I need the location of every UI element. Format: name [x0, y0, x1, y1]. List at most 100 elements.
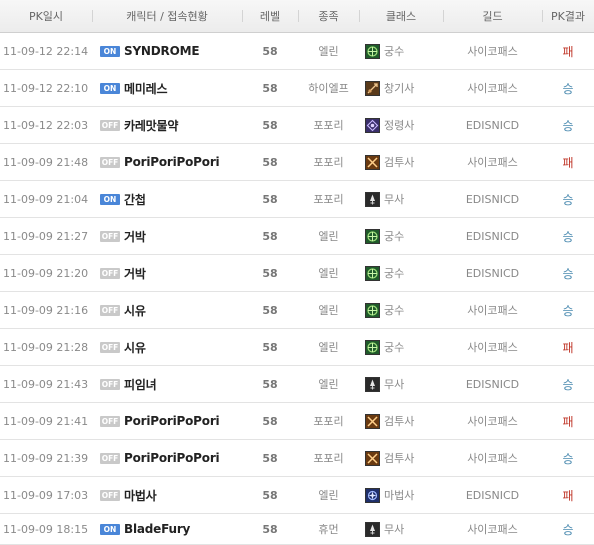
guild-name: EDISNICD — [443, 180, 542, 218]
header-result[interactable]: PK결과 — [542, 0, 594, 33]
character-name-link[interactable]: 메미레스 — [124, 82, 168, 96]
class-name: 궁수 — [384, 341, 405, 354]
pk-history-table: PK일시 캐릭터 / 접속현황 레벨 종족 클래스 길드 PK결과 11-09-… — [0, 0, 594, 545]
character-name-link[interactable]: 간첩 — [124, 193, 146, 207]
class-name: 검투사 — [384, 156, 415, 169]
character-cell: OFF 카레맛물약 — [92, 106, 242, 144]
pk-date: 11-09-12 22:03 — [0, 106, 92, 144]
character-name-link[interactable]: PoriPoriPoPori — [124, 155, 220, 169]
connection-status-badge: ON — [100, 523, 120, 535]
character-name-link[interactable]: PoriPoriPoPori — [124, 451, 220, 465]
pk-result: 승 — [542, 513, 594, 545]
connection-status-badge: OFF — [100, 304, 120, 316]
race-value: 포포리 — [298, 180, 359, 218]
table-row: 11-09-12 22:03 OFF 카레맛물약 58 포포리 정령사 EDISNICD 승 — [0, 106, 594, 144]
race-value: 포포리 — [298, 402, 359, 440]
connection-status-badge: OFF — [100, 452, 120, 464]
level-value: 58 — [242, 513, 298, 545]
pk-result: 패 — [542, 476, 594, 514]
class-cell: 검투사 — [359, 402, 443, 440]
guild-name: EDISNICD — [443, 106, 542, 144]
level-value: 58 — [242, 32, 298, 70]
character-name-link[interactable]: 마법사 — [124, 489, 157, 503]
table-row: 11-09-09 21:28 OFF 시유 58 엘린 궁수 사이코패스 패 — [0, 328, 594, 366]
class-name: 검투사 — [384, 452, 415, 465]
character-name-link[interactable]: 피임녀 — [124, 378, 157, 392]
pk-result: 승 — [542, 180, 594, 218]
character-cell: ON 간첩 — [92, 180, 242, 218]
pk-date: 11-09-09 21:04 — [0, 180, 92, 218]
character-cell: OFF 시유 — [92, 328, 242, 366]
character-cell: OFF 피임녀 — [92, 365, 242, 403]
level-value: 58 — [242, 217, 298, 255]
class-name: 궁수 — [384, 267, 405, 280]
level-value: 58 — [242, 69, 298, 107]
sorcerer-icon — [365, 487, 380, 503]
race-value: 엘린 — [298, 32, 359, 70]
table-row: 11-09-09 21:16 OFF 시유 58 엘린 궁수 사이코패스 승 — [0, 291, 594, 329]
level-value: 58 — [242, 476, 298, 514]
race-value: 엘린 — [298, 291, 359, 329]
table-row: 11-09-09 21:20 OFF 거박 58 엘린 궁수 EDISNICD 승 — [0, 254, 594, 292]
race-value: 엘린 — [298, 328, 359, 366]
level-value: 58 — [242, 180, 298, 218]
class-cell: 검투사 — [359, 439, 443, 477]
pk-date: 11-09-09 21:20 — [0, 254, 92, 292]
table-row: 11-09-09 21:41 OFF PoriPoriPoPori 58 포포리 검투사 사… — [0, 402, 594, 440]
character-name-link[interactable]: 거박 — [124, 267, 146, 281]
guild-name: 사이코패스 — [443, 291, 542, 329]
character-name-link[interactable]: 거박 — [124, 230, 146, 244]
character-cell: ON SYNDROME — [92, 32, 242, 70]
connection-status-badge: ON — [100, 82, 120, 94]
header-date[interactable]: PK일시 — [0, 0, 92, 33]
character-name-link[interactable]: SYNDROME — [124, 44, 200, 58]
pk-date: 11-09-09 18:15 — [0, 513, 92, 545]
table-body: 11-09-12 22:14 ON SYNDROME 58 엘린 궁수 사이코패스 패 11-0… — [0, 32, 594, 545]
archer-icon — [365, 265, 380, 281]
guild-name: EDISNICD — [443, 254, 542, 292]
class-cell: 궁수 — [359, 291, 443, 329]
level-value: 58 — [242, 365, 298, 403]
header-level[interactable]: 레벨 — [242, 0, 298, 33]
character-name-link[interactable]: 카레맛물약 — [124, 119, 178, 133]
class-name: 궁수 — [384, 304, 405, 317]
warrior-icon — [365, 191, 380, 207]
table-row: 11-09-09 21:43 OFF 피임녀 58 엘린 무사 EDISNICD 승 — [0, 365, 594, 403]
archer-icon — [365, 43, 380, 59]
connection-status-badge: OFF — [100, 156, 120, 168]
guild-name: EDISNICD — [443, 365, 542, 403]
table-row: 11-09-12 22:14 ON SYNDROME 58 엘린 궁수 사이코패스 패 — [0, 32, 594, 70]
class-cell: 무사 — [359, 180, 443, 218]
table-header-row: PK일시 캐릭터 / 접속현황 레벨 종족 클래스 길드 PK결과 — [0, 0, 594, 33]
character-cell: OFF 시유 — [92, 291, 242, 329]
character-name-link[interactable]: BladeFury — [124, 522, 190, 536]
header-character[interactable]: 캐릭터 / 접속현황 — [92, 0, 242, 33]
connection-status-badge: OFF — [100, 378, 120, 390]
character-name-link[interactable]: 시유 — [124, 341, 146, 355]
pk-date: 11-09-09 21:28 — [0, 328, 92, 366]
character-name-link[interactable]: 시유 — [124, 304, 146, 318]
guild-name: 사이코패스 — [443, 402, 542, 440]
header-guild[interactable]: 길드 — [443, 0, 542, 33]
pk-result: 패 — [542, 32, 594, 70]
class-cell: 마법사 — [359, 476, 443, 514]
character-cell: ON 메미레스 — [92, 69, 242, 107]
gladiator-icon — [365, 450, 380, 466]
character-cell: OFF 마법사 — [92, 476, 242, 514]
table-row: 11-09-09 17:03 OFF 마법사 58 엘린 마법사 EDISNICD 패 — [0, 476, 594, 514]
gladiator-icon — [365, 154, 380, 170]
pk-date: 11-09-09 17:03 — [0, 476, 92, 514]
pk-date: 11-09-09 21:48 — [0, 143, 92, 181]
character-cell: OFF PoriPoriPoPori — [92, 402, 242, 440]
level-value: 58 — [242, 143, 298, 181]
character-name-link[interactable]: PoriPoriPoPori — [124, 414, 220, 428]
character-cell: OFF PoriPoriPoPori — [92, 143, 242, 181]
table-row: 11-09-12 22:10 ON 메미레스 58 하이엘프 창기사 사이코패스 승 — [0, 69, 594, 107]
table-row: 11-09-09 21:48 OFF PoriPoriPoPori 58 포포리 검투사 사… — [0, 143, 594, 181]
header-race[interactable]: 종족 — [298, 0, 359, 33]
pk-date: 11-09-12 22:14 — [0, 32, 92, 70]
class-cell: 궁수 — [359, 328, 443, 366]
header-class[interactable]: 클래스 — [359, 0, 443, 33]
class-name: 궁수 — [384, 230, 405, 243]
class-cell: 정령사 — [359, 106, 443, 144]
